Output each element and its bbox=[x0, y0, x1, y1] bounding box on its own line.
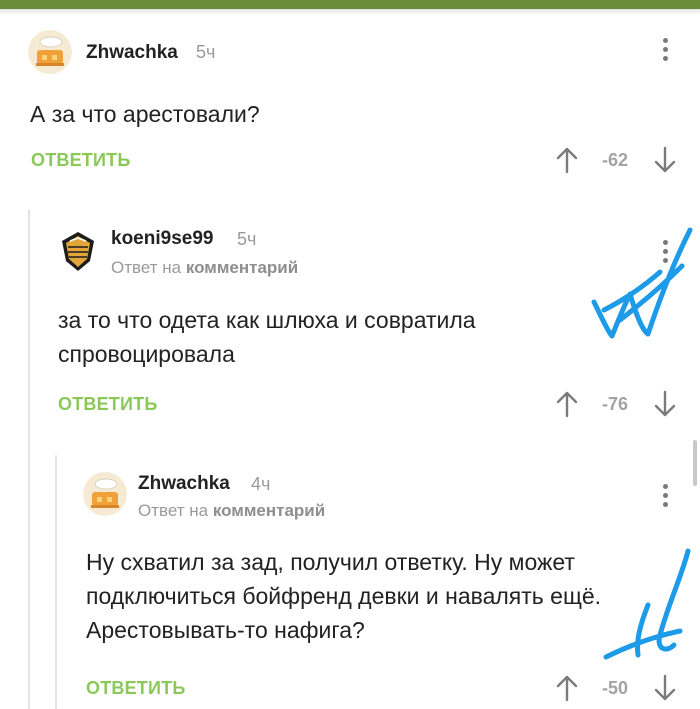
reply-button[interactable]: ОТВЕТИТЬ bbox=[58, 394, 157, 415]
comment-username[interactable]: Zhwachka bbox=[138, 473, 230, 495]
reply-reference: Ответ на комментарий bbox=[111, 258, 298, 278]
comment-username[interactable]: Zhwachka bbox=[86, 42, 178, 64]
top-app-bar bbox=[0, 0, 700, 9]
arrow-down-icon[interactable] bbox=[653, 674, 677, 702]
comment-text: А за что арестовали? bbox=[30, 101, 260, 127]
reply-button[interactable]: ОТВЕТИТЬ bbox=[86, 678, 185, 699]
user-avatar[interactable] bbox=[56, 229, 100, 273]
reply-link[interactable]: комментарий bbox=[213, 501, 325, 520]
reply-link[interactable]: комментарий bbox=[186, 258, 298, 277]
pen-scribble bbox=[591, 227, 693, 339]
comment-time: 4ч bbox=[251, 474, 271, 494]
comment-score: -62 bbox=[601, 150, 628, 170]
arrow-up-icon[interactable] bbox=[555, 146, 579, 174]
thread-line bbox=[28, 210, 30, 709]
reply-prefix: Ответ на bbox=[138, 501, 209, 520]
arrow-down-icon[interactable] bbox=[653, 390, 677, 418]
reply-prefix: Ответ на bbox=[111, 258, 182, 277]
top-bar-shadow bbox=[0, 9, 700, 15]
comment-score: -76 bbox=[601, 394, 628, 414]
thread-line bbox=[55, 455, 57, 709]
more-vert-icon[interactable] bbox=[661, 38, 669, 68]
comment-text: за то что одета как шлюха и совратила сп… bbox=[58, 307, 476, 367]
comment-score: -50 bbox=[601, 678, 628, 698]
comment-text: Ну схватил за зад, получил ответку. Ну м… bbox=[86, 549, 602, 643]
comment-username[interactable]: koeni9se99 bbox=[111, 228, 213, 250]
comment-time: 5ч bbox=[196, 42, 216, 62]
user-avatar[interactable] bbox=[28, 30, 72, 74]
arrow-up-icon[interactable] bbox=[555, 390, 579, 418]
more-vert-icon[interactable] bbox=[661, 484, 669, 514]
more-vert-icon[interactable] bbox=[661, 240, 669, 270]
reply-reference: Ответ на комментарий bbox=[138, 501, 325, 521]
arrow-up-icon[interactable] bbox=[555, 674, 579, 702]
reply-button[interactable]: ОТВЕТИТЬ bbox=[31, 150, 130, 171]
comment-time: 5ч bbox=[237, 229, 257, 249]
arrow-down-icon[interactable] bbox=[653, 146, 677, 174]
user-avatar[interactable] bbox=[83, 472, 127, 516]
scrollbar[interactable] bbox=[693, 440, 697, 486]
